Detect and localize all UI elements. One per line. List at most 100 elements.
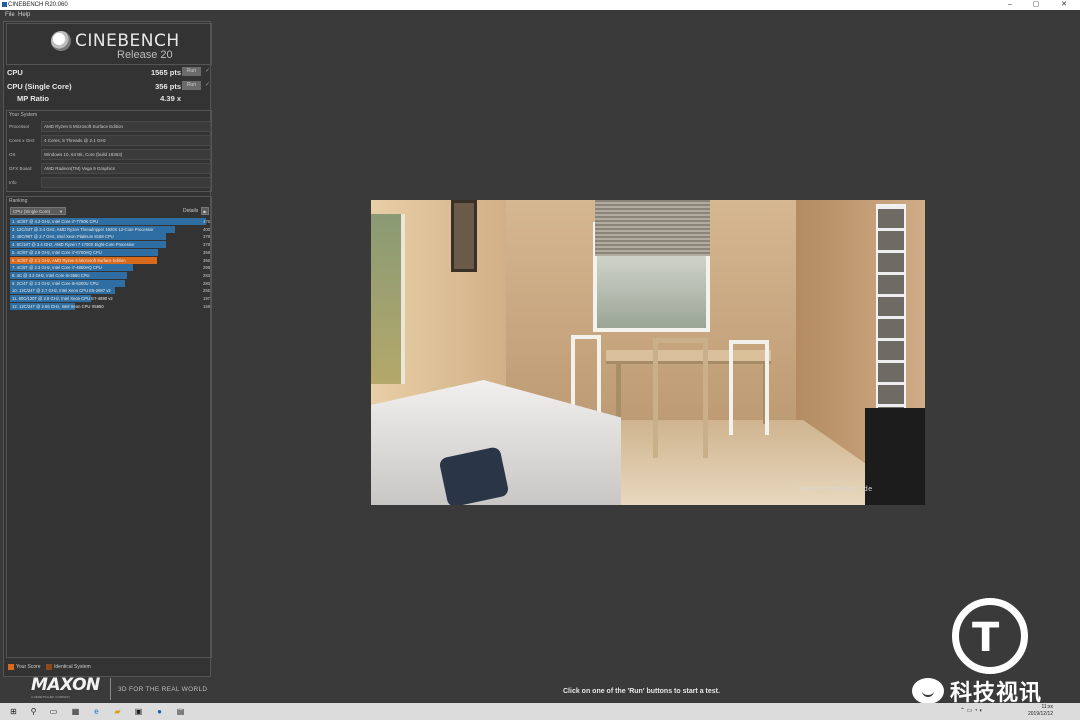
- ranking-label: 8. 4C @ 3.3 GHz, Intel Core i5-3550 CPU: [12, 272, 90, 278]
- ranking-label: 5. 4C/8T @ 2.6 GHz, Intel Core i7-6700HQ…: [12, 249, 102, 255]
- ranking-row[interactable]: 1. 4C/8T @ 4.2 GHz, Intel Core i7-7700K …: [10, 218, 210, 225]
- ranking-score: 255: [203, 288, 210, 294]
- chevron-down-icon: ▼: [59, 209, 63, 214]
- maxon-logo: MAXON A NEMETSCHEK COMPANY: [31, 675, 100, 699]
- info-field[interactable]: [41, 177, 211, 188]
- status-message: Click on one of the 'Run' buttons to sta…: [563, 688, 720, 695]
- render-table-leg: [616, 364, 621, 424]
- system-value: Windows 10, 64 Bit, Core (build 18363): [41, 149, 211, 160]
- render-chair: [653, 338, 708, 458]
- system-row: Processor AMD Ryzen 5 Microsoft Surface …: [9, 121, 211, 132]
- ranking-score: 197: [203, 296, 210, 301]
- taskbar-clock[interactable]: 11:xx 2019/12/12: [1028, 704, 1053, 718]
- ranking-label: 7. 4C/8T @ 2.3 GHz, Intel Core i7-4850HQ…: [12, 265, 102, 271]
- score-row-mp-ratio: MP Ratio 4.39 x: [7, 91, 211, 105]
- run-cpu-button[interactable]: Run: [182, 67, 201, 76]
- taskbar-app-icon[interactable]: ▦: [70, 706, 81, 717]
- ranking-row[interactable]: 5. 4C/8T @ 2.6 GHz, Intel Core i7-6700HQ…: [10, 248, 210, 256]
- run-cpu-single-button[interactable]: Run: [182, 81, 201, 90]
- system-row: Info: [9, 177, 211, 188]
- system-key: Info: [9, 180, 17, 185]
- score-label: CPU (Single Core): [7, 82, 72, 91]
- ranking-row[interactable]: 12. 12C/24T @ 2.66 GHz, Intel Xeon CPU X…: [10, 302, 210, 310]
- render-window-left: [371, 214, 405, 384]
- edge-icon[interactable]: e: [91, 706, 102, 717]
- ranking-score: 400: [203, 226, 210, 232]
- search-icon[interactable]: ⚲: [28, 706, 39, 717]
- render-speaker: [865, 408, 925, 505]
- store-icon[interactable]: ▣: [133, 706, 144, 717]
- ranking-score: 476: [203, 219, 210, 224]
- ranking-row[interactable]: 10. 12C/24T @ 2.7 GHz, Intel Xeon CPU E5…: [10, 287, 210, 295]
- ranking-row[interactable]: 2. 12C/24T @ 3.4 GHz, AMD Ryzen Threadri…: [10, 225, 210, 233]
- system-tray[interactable]: ⌃ ▭ ◔ ◐: [960, 707, 983, 714]
- ranking-label: 9. 2C/4T @ 2.3 GHz, Intel Core i5-5300U …: [12, 280, 99, 286]
- ranking-label: 6. 4C/8T @ 2.1 GHz, AMD Ryzen 5 Microsof…: [12, 257, 126, 263]
- score-row-cpu: CPU 1565 pts Run ✓: [7, 65, 211, 79]
- menu-file[interactable]: File: [5, 10, 15, 20]
- logo-release: Release 20: [117, 49, 173, 61]
- ranking-header: Ranking: [9, 198, 28, 204]
- ranking-score: 159: [203, 303, 210, 309]
- app-icon: [2, 2, 7, 7]
- ranking-label: 2. 12C/24T @ 3.4 GHz, AMD Ryzen Threadri…: [12, 226, 154, 232]
- cinebench-logo: CINEBENCH Release 20: [6, 23, 212, 65]
- watermark-face-icon: [912, 678, 944, 704]
- ranking-row[interactable]: 8. 4C @ 3.3 GHz, Intel Core i5-3550 CPU 2…: [10, 271, 210, 279]
- maximize-icon[interactable]: ▢: [1024, 0, 1048, 10]
- cinebench-sphere-icon: [51, 31, 71, 51]
- task-view-icon[interactable]: ▭: [48, 706, 59, 717]
- folder-icon[interactable]: ▰: [112, 706, 123, 717]
- score-value: 4.39 x: [160, 94, 181, 103]
- cinebench-taskbar-icon[interactable]: ●: [154, 706, 165, 717]
- ranking-score: 356: [203, 257, 210, 263]
- ranking-row[interactable]: 7. 4C/8T @ 2.3 GHz, Intel Core i7-4850HQ…: [10, 264, 210, 272]
- check-icon: ✓: [204, 82, 210, 88]
- ranking-label: 4. 8C/16T @ 3.4 GHz, AMD Ryzen 7 1700X E…: [12, 242, 135, 248]
- ranking-score: 359: [203, 249, 210, 255]
- ranking-row[interactable]: 11. 60C/120T @ 2.8 GHz, Intel Xeon CPU E…: [10, 295, 210, 302]
- details-label: Details: [183, 208, 199, 214]
- minimize-button[interactable]: –: [998, 0, 1022, 10]
- ranking-label: 3. 48C/96T @ 2.7 GHz, Intel Xeon Platinu…: [12, 234, 114, 240]
- score-value: 356 pts: [155, 82, 181, 91]
- identical-swatch: [46, 664, 52, 670]
- render-picture: [451, 200, 477, 272]
- ranking-label: 1. 4C/8T @ 4.2 GHz, Intel Core i7-7700K …: [12, 219, 99, 224]
- menu-help[interactable]: Help: [18, 10, 30, 20]
- ranking-select[interactable]: CPU (Single Core) ▼: [10, 207, 66, 215]
- ranking-score: 298: [203, 265, 210, 271]
- your-score-swatch: [8, 664, 14, 670]
- legend-your-score: Your Score: [16, 664, 41, 670]
- close-icon[interactable]: ✕: [1052, 0, 1076, 10]
- system-key: GFX Board: [9, 166, 32, 171]
- ranking-row[interactable]: 3. 48C/96T @ 2.7 GHz, Intel Xeon Platinu…: [10, 233, 210, 241]
- windows-start-icon[interactable]: ⊞: [8, 706, 19, 717]
- ranking-row[interactable]: 9. 2C/4T @ 2.3 GHz, Intel Core i5-5300U …: [10, 279, 210, 287]
- ranking-score: 379: [203, 234, 210, 240]
- system-value: 4 Cores, 8 Threads @ 2.1 GHz: [41, 135, 211, 146]
- logo-brand: CINEBENCH: [75, 31, 180, 51]
- system-key: Processor: [9, 124, 30, 129]
- ranking-label: 12. 12C/24T @ 2.66 GHz, Intel Xeon CPU X…: [12, 303, 104, 309]
- ranking-row[interactable]: 6. 4C/8T @ 2.1 GHz, AMD Ryzen 5 Microsof…: [10, 256, 210, 264]
- maxon-sub: A NEMETSCHEK COMPANY: [31, 695, 71, 699]
- system-row: GFX Board AMD Radeon(TM) Vega 9 Graphics: [9, 163, 211, 174]
- score-value: 1565 pts: [150, 68, 181, 77]
- ranking-panel: Ranking CPU (Single Core) ▼ Details ▶ 1.…: [6, 196, 212, 658]
- menu-bar: File Help: [0, 10, 1080, 20]
- taskbar-app-icon[interactable]: ▤: [175, 706, 186, 717]
- score-label: CPU: [7, 68, 23, 77]
- render-watermark: www.renderbaron.de: [799, 486, 873, 493]
- ranking-label: 11. 60C/120T @ 2.8 GHz, Intel Xeon CPU E…: [12, 296, 113, 301]
- details-button[interactable]: ▶: [201, 207, 209, 215]
- render-viewport: www.renderbaron.de: [371, 200, 925, 505]
- render-blinds: [595, 200, 710, 256]
- footer-divider: [110, 678, 111, 700]
- ranking-row[interactable]: 4. 8C/16T @ 3.4 GHz, AMD Ryzen 7 1700X E…: [10, 241, 210, 249]
- system-value: AMD Ryzen 5 Microsoft Surface Edition: [41, 121, 211, 132]
- taskbar: ⊞ ⚲ ▭ ▦ e ▰ ▣ ● ▤: [0, 703, 1080, 720]
- left-panel: CINEBENCH Release 20 CPU 1565 pts Run ✓ …: [3, 21, 212, 677]
- legend: Your Score Identical System: [6, 662, 212, 674]
- system-key: OS: [9, 152, 16, 157]
